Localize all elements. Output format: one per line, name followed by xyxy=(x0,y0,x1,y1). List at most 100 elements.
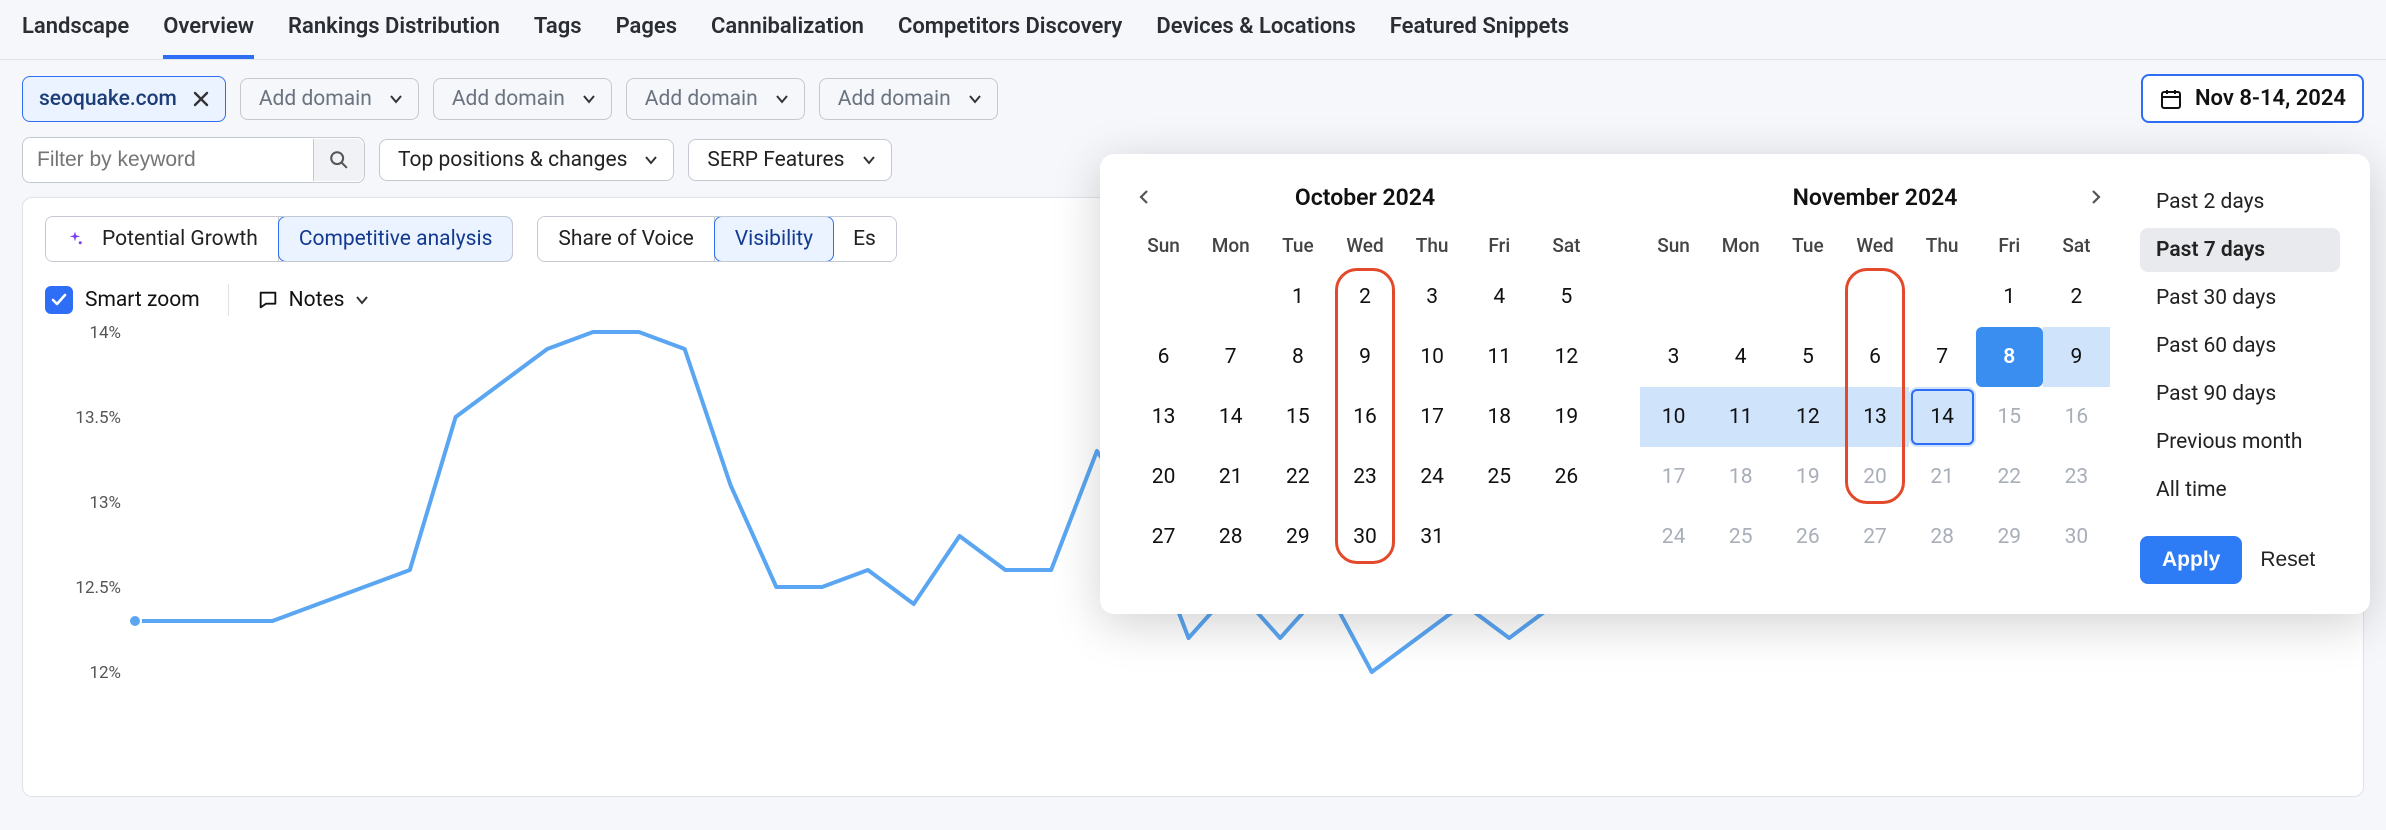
calendar-day[interactable]: 8 xyxy=(1264,327,1331,387)
calendar-day[interactable]: 14 xyxy=(1197,387,1264,447)
calendar-day[interactable]: 22 xyxy=(1264,447,1331,507)
calendar-day[interactable]: 7 xyxy=(1909,327,1976,387)
apply-button[interactable]: Apply xyxy=(2140,536,2242,584)
reset-button[interactable]: Reset xyxy=(2260,548,2315,572)
serp-select[interactable]: SERP Features xyxy=(688,139,891,181)
calendar-day[interactable]: 8 xyxy=(1976,327,2043,387)
calendar-day: 23 xyxy=(2043,447,2110,507)
calendar-day[interactable]: 10 xyxy=(1640,387,1707,447)
nav-tab-featured-snippets[interactable]: Featured Snippets xyxy=(1390,0,1569,59)
nav-tab-rankings-distribution[interactable]: Rankings Distribution xyxy=(288,0,500,59)
calendar-day[interactable]: 6 xyxy=(1841,327,1908,387)
calendar-day[interactable]: 31 xyxy=(1399,507,1466,567)
calendar-day[interactable]: 1 xyxy=(1264,267,1331,327)
calendar-wrap: October 2024SunMonTueWedThuFriSat1234567… xyxy=(1130,180,2110,584)
calendar-day[interactable]: 12 xyxy=(1774,387,1841,447)
preset-past-90-days[interactable]: Past 90 days xyxy=(2140,372,2340,416)
calendar-day[interactable]: 6 xyxy=(1130,327,1197,387)
calendar-day[interactable]: 9 xyxy=(1331,327,1398,387)
chevron-down-icon xyxy=(967,91,983,107)
calendar-day[interactable]: 5 xyxy=(1533,267,1600,327)
next-month-icon[interactable] xyxy=(2080,182,2110,212)
calendar-day[interactable]: 7 xyxy=(1197,327,1264,387)
calendar-day[interactable]: 20 xyxy=(1130,447,1197,507)
note-icon xyxy=(257,289,279,311)
calendar-day[interactable]: 15 xyxy=(1264,387,1331,447)
notes-dropdown[interactable]: Notes xyxy=(257,288,371,312)
preset-all-time[interactable]: All time xyxy=(2140,468,2340,512)
calendar-day[interactable]: 25 xyxy=(1466,447,1533,507)
date-picker: October 2024SunMonTueWedThuFriSat1234567… xyxy=(1100,154,2370,614)
add-domain-3[interactable]: Add domain xyxy=(626,78,805,120)
smart-zoom-toggle[interactable]: Smart zoom xyxy=(45,286,200,314)
add-domain-4[interactable]: Add domain xyxy=(819,78,998,120)
nav-tab-competitors-discovery[interactable]: Competitors Discovery xyxy=(898,0,1122,59)
calendar-day: 25 xyxy=(1707,507,1774,567)
calendar-day[interactable]: 30 xyxy=(1331,507,1398,567)
calendar-day[interactable]: 13 xyxy=(1841,387,1908,447)
calendar-day[interactable]: 3 xyxy=(1399,267,1466,327)
preset-actions: Apply Reset xyxy=(2140,516,2340,584)
calendar-1: November 2024SunMonTueWedThuFriSat123456… xyxy=(1640,180,2110,584)
calendar-day[interactable]: 14 xyxy=(1909,387,1976,447)
calendar-day[interactable]: 13 xyxy=(1130,387,1197,447)
calendar-day[interactable]: 2 xyxy=(1331,267,1398,327)
preset-past-60-days[interactable]: Past 60 days xyxy=(2140,324,2340,368)
calendar-day[interactable]: 17 xyxy=(1399,387,1466,447)
positions-select[interactable]: Top positions & changes xyxy=(379,139,674,181)
calendar-day[interactable]: 1 xyxy=(1976,267,2043,327)
calendar-dow: Mon xyxy=(1197,228,1264,267)
add-domain-1[interactable]: Add domain xyxy=(240,78,419,120)
preset-past-2-days[interactable]: Past 2 days xyxy=(2140,180,2340,224)
calendar-day[interactable]: 3 xyxy=(1640,327,1707,387)
nav-tab-overview[interactable]: Overview xyxy=(163,0,254,59)
close-icon[interactable] xyxy=(187,85,215,113)
calendar-day[interactable]: 11 xyxy=(1466,327,1533,387)
calendar-day[interactable]: 9 xyxy=(2043,327,2110,387)
top-nav: Landscape Overview Rankings Distribution Ta… xyxy=(0,0,2386,60)
calendar-day[interactable]: 23 xyxy=(1331,447,1398,507)
calendar-day[interactable]: 18 xyxy=(1466,387,1533,447)
seg-visibility[interactable]: Visibility xyxy=(714,216,834,262)
seg-competitive-analysis[interactable]: Competitive analysis xyxy=(278,216,514,262)
calendar-day[interactable]: 5 xyxy=(1774,327,1841,387)
calendar-day[interactable]: 12 xyxy=(1533,327,1600,387)
domain-chip-primary[interactable]: seoquake.com xyxy=(22,76,226,122)
calendar-day[interactable]: 4 xyxy=(1707,327,1774,387)
keyword-filter[interactable] xyxy=(22,137,365,183)
preset-past-7-days[interactable]: Past 7 days xyxy=(2140,228,2340,272)
calendar-day[interactable]: 4 xyxy=(1466,267,1533,327)
add-domain-2[interactable]: Add domain xyxy=(433,78,612,120)
calendar-day: 27 xyxy=(1841,507,1908,567)
nav-tab-tags[interactable]: Tags xyxy=(534,0,582,59)
keyword-input[interactable] xyxy=(23,138,303,182)
seg-potential-growth[interactable]: Potential Growth xyxy=(46,217,279,261)
calendar-day[interactable]: 21 xyxy=(1197,447,1264,507)
prev-month-icon[interactable] xyxy=(1130,182,1160,212)
calendar-day: 21 xyxy=(1909,447,1976,507)
nav-tab-cannibalization[interactable]: Cannibalization xyxy=(711,0,864,59)
svg-text:14%: 14% xyxy=(89,323,121,343)
seg-truncated[interactable]: Es xyxy=(833,217,896,261)
calendar-dow: Sun xyxy=(1640,228,1707,267)
calendar-day[interactable]: 16 xyxy=(1331,387,1398,447)
chevron-down-icon xyxy=(388,91,404,107)
calendar-day[interactable]: 27 xyxy=(1130,507,1197,567)
nav-tab-pages[interactable]: Pages xyxy=(616,0,677,59)
calendar-day[interactable]: 28 xyxy=(1197,507,1264,567)
nav-tab-devices-locations[interactable]: Devices & Locations xyxy=(1156,0,1355,59)
calendar-day[interactable]: 24 xyxy=(1399,447,1466,507)
calendar-day[interactable]: 11 xyxy=(1707,387,1774,447)
calendar-day[interactable]: 19 xyxy=(1533,387,1600,447)
nav-tab-landscape[interactable]: Landscape xyxy=(22,0,129,59)
preset-past-30-days[interactable]: Past 30 days xyxy=(2140,276,2340,320)
seg-share-of-voice[interactable]: Share of Voice xyxy=(538,217,714,261)
calendar-day[interactable]: 26 xyxy=(1533,447,1600,507)
calendar-day[interactable]: 2 xyxy=(2043,267,2110,327)
search-icon[interactable] xyxy=(313,139,364,181)
calendar-day[interactable]: 29 xyxy=(1264,507,1331,567)
preset-previous-month[interactable]: Previous month xyxy=(2140,420,2340,464)
date-range-button[interactable]: Nov 8-14, 2024 xyxy=(2141,74,2364,123)
sparkle-icon xyxy=(66,230,84,248)
calendar-day[interactable]: 10 xyxy=(1399,327,1466,387)
